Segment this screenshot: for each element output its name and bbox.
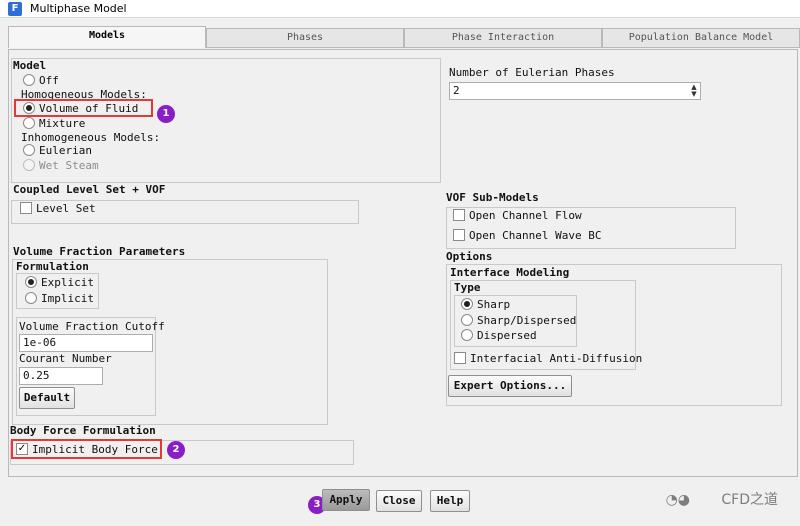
cutoff-input[interactable]: 1e-06	[19, 334, 153, 352]
wechat-icon: ◔◕	[665, 492, 690, 508]
help-button[interactable]: Help	[430, 490, 470, 512]
open-channel-wave-label: Open Channel Wave BC	[469, 229, 602, 242]
model-mixture-radio[interactable]	[23, 117, 35, 129]
cutoff-label: Volume Fraction Cutoff	[19, 320, 165, 333]
sharp-label: Sharp	[477, 298, 511, 311]
open-channel-flow-checkbox[interactable]	[453, 209, 465, 221]
eulerian-phases-spinner[interactable]: 2 ▲ ▼	[449, 82, 701, 100]
implicit-radio[interactable]	[25, 292, 37, 304]
sharp-dispersed-radio[interactable]	[461, 314, 473, 326]
implicit-label: Implicit	[41, 292, 94, 305]
open-channel-wave-checkbox[interactable]	[453, 229, 465, 241]
explicit-label: Explicit	[41, 276, 94, 289]
dispersed-label: Dispersed	[477, 329, 537, 342]
body-force-title: Body Force Formulation	[10, 424, 156, 437]
tab-bar: Models Phases Phase Interaction Populati…	[8, 26, 800, 50]
default-button[interactable]: Default	[19, 387, 75, 409]
step-marker-2: 2	[167, 441, 185, 459]
tab-phases[interactable]: Phases	[206, 28, 404, 48]
open-channel-flow-label: Open Channel Flow	[469, 209, 582, 222]
interface-title: Interface Modeling	[450, 266, 570, 279]
level-set-label: Level Set	[36, 202, 96, 215]
eulerian-phases-value: 2	[453, 84, 460, 97]
title-bar: F Multiphase Model	[0, 0, 800, 18]
models-panel: Model Off Homogeneous Models: Volume of …	[8, 49, 798, 477]
sharp-dispersed-label: Sharp/Dispersed	[477, 314, 577, 327]
step-marker-1: 1	[157, 105, 175, 123]
explicit-radio[interactable]	[25, 276, 37, 288]
expert-options-button[interactable]: Expert Options...	[448, 375, 572, 397]
tab-models[interactable]: Models	[8, 26, 206, 48]
level-set-checkbox[interactable]	[20, 202, 32, 214]
eulerian-phases-label: Number of Eulerian Phases	[449, 66, 615, 79]
courant-input[interactable]: 0.25	[19, 367, 103, 385]
model-mixture-label: Mixture	[39, 117, 86, 130]
inhomogeneous-header: Inhomogeneous Models:	[21, 131, 161, 144]
model-off-label: Off	[39, 74, 59, 87]
model-wet-steam-radio	[23, 159, 35, 171]
tab-phase-interaction[interactable]: Phase Interaction	[404, 28, 602, 48]
anti-diffusion-label: Interfacial Anti-Diffusion	[470, 352, 643, 365]
apply-button[interactable]: Apply	[322, 489, 370, 511]
tab-population-balance[interactable]: Population Balance Model	[602, 28, 800, 48]
app-icon: F	[8, 2, 22, 16]
sharp-radio[interactable]	[461, 298, 473, 310]
window-title: Multiphase Model	[30, 2, 127, 15]
vfp-title: Volume Fraction Parameters	[13, 245, 186, 258]
model-eulerian-radio[interactable]	[23, 144, 35, 156]
formulation-title: Formulation	[16, 260, 89, 273]
anti-diffusion-checkbox[interactable]	[454, 352, 466, 364]
options-title: Options	[446, 250, 493, 263]
model-off-radio[interactable]	[23, 74, 35, 86]
courant-label: Courant Number	[19, 352, 112, 365]
spinner-arrows-icon[interactable]: ▲ ▼	[689, 84, 699, 100]
highlight-box-2	[11, 439, 162, 459]
model-eulerian-label: Eulerian	[39, 144, 92, 157]
close-button[interactable]: Close	[376, 490, 422, 512]
coupled-title: Coupled Level Set + VOF	[13, 183, 166, 196]
type-title: Type	[454, 281, 481, 294]
vof-sub-title: VOF Sub-Models	[446, 191, 539, 204]
model-wet-steam-label: Wet Steam	[39, 159, 99, 172]
watermark-text: CFD之道	[721, 492, 778, 508]
dispersed-radio[interactable]	[461, 329, 473, 341]
model-title: Model	[13, 59, 47, 72]
highlight-box-1	[14, 99, 153, 117]
